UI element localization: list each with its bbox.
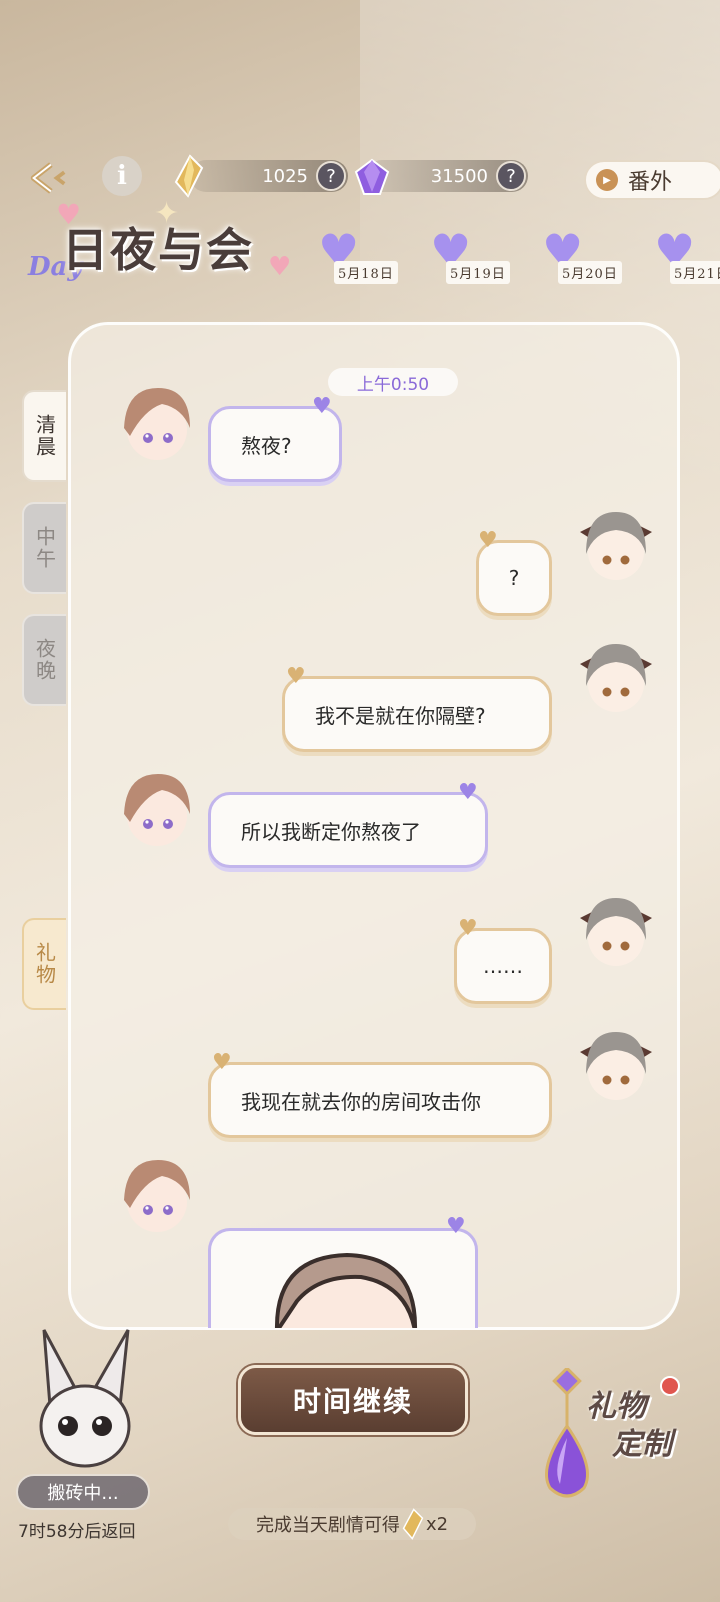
- heart-icon: ♥: [212, 1050, 232, 1075]
- date-tab[interactable]: ♥ 5月18日: [310, 228, 420, 288]
- heart-icon: ♥: [312, 394, 332, 419]
- message-text: 我现在就去你的房间攻击你: [241, 1089, 481, 1114]
- reward-multiplier: x2: [425, 1513, 449, 1535]
- date-tab[interactable]: ♥ 5月20日: [534, 228, 644, 288]
- tab-night[interactable]: 夜晚: [22, 614, 66, 706]
- gem-icon: [354, 158, 390, 200]
- avatar: [574, 1022, 652, 1102]
- extra-story-label: 番外: [628, 170, 673, 195]
- crystal-counter: 1025 ?: [190, 160, 348, 192]
- chat-bubble-right: 我不是就在你隔壁?: [282, 676, 552, 752]
- status-badge: 搬砖中...: [16, 1474, 150, 1510]
- heart-icon: ♥: [458, 780, 478, 805]
- notification-dot: [660, 1376, 680, 1396]
- crystal-icon: [402, 1508, 424, 1540]
- page-title: 日夜与会: [62, 223, 254, 277]
- tab-morning[interactable]: 清晨: [22, 390, 66, 482]
- tab-gift[interactable]: 礼物: [22, 918, 66, 1010]
- crystal-count: 1025: [262, 165, 308, 187]
- crystal-help-button[interactable]: ?: [316, 161, 346, 191]
- date-tab[interactable]: ♥ 5月19日: [422, 228, 532, 288]
- message-text: 熬夜?: [241, 433, 292, 458]
- message-text: ……: [483, 954, 523, 978]
- date-label: 5月21日: [670, 261, 720, 284]
- gift-custom-button[interactable]: 礼物 定制: [530, 1368, 710, 1508]
- mascot-rabbit[interactable]: [30, 1326, 140, 1476]
- reward-info: 完成当天剧情可得 x2: [228, 1508, 476, 1540]
- title-heart-icon: ♥: [268, 252, 292, 282]
- message-text: 所以我断定你熬夜了: [241, 819, 421, 844]
- heart-icon: ♥: [458, 916, 478, 941]
- avatar: [574, 634, 652, 714]
- avatar: [118, 1154, 196, 1234]
- crystal-icon: [174, 154, 204, 202]
- gem-count: 31500: [430, 165, 488, 187]
- chat-bubble-left: 所以我断定你熬夜了: [208, 792, 488, 868]
- avatar: [574, 888, 652, 968]
- continue-time-button[interactable]: 时间继续: [238, 1365, 468, 1435]
- message-text: 我不是就在你隔壁?: [315, 703, 486, 728]
- info-button[interactable]: i: [102, 156, 142, 196]
- date-tabs: ♥ 5月18日 ♥ 5月19日 ♥ 5月20日 ♥ 5月21日: [310, 228, 720, 292]
- tab-noon[interactable]: 中午: [22, 502, 66, 594]
- gem-counter: 31500 ?: [366, 160, 528, 192]
- title-logo: ♥ ♥ ✦ Day 日夜与会: [24, 196, 314, 306]
- heart-icon: ♥: [446, 1214, 466, 1239]
- gift-custom-label: 礼物 定制: [586, 1389, 672, 1462]
- play-icon: ▶: [596, 169, 618, 191]
- avatar: [118, 382, 196, 462]
- avatar: [574, 502, 652, 582]
- gem-help-button[interactable]: ?: [496, 161, 526, 191]
- date-label: 5月19日: [446, 261, 510, 284]
- reward-text: 完成当天剧情可得: [255, 1515, 400, 1536]
- heart-icon: ♥: [478, 528, 498, 553]
- date-tab[interactable]: ♥ 5月21日: [646, 228, 720, 288]
- avatar: [118, 768, 196, 848]
- heart-icon: ♥: [286, 664, 306, 689]
- chat-image-bubble[interactable]: [208, 1228, 478, 1328]
- date-label: 5月18日: [334, 261, 398, 284]
- chat-bubble-right: 我现在就去你的房间攻击你: [208, 1062, 552, 1138]
- return-timer: 7时58分后返回: [18, 1522, 136, 1542]
- date-label: 5月20日: [558, 261, 622, 284]
- message-text: ?: [508, 566, 520, 590]
- chat-time-label: 上午0:50: [328, 368, 458, 396]
- extra-story-button[interactable]: ▶ 番外: [584, 160, 720, 200]
- back-icon[interactable]: [26, 156, 70, 200]
